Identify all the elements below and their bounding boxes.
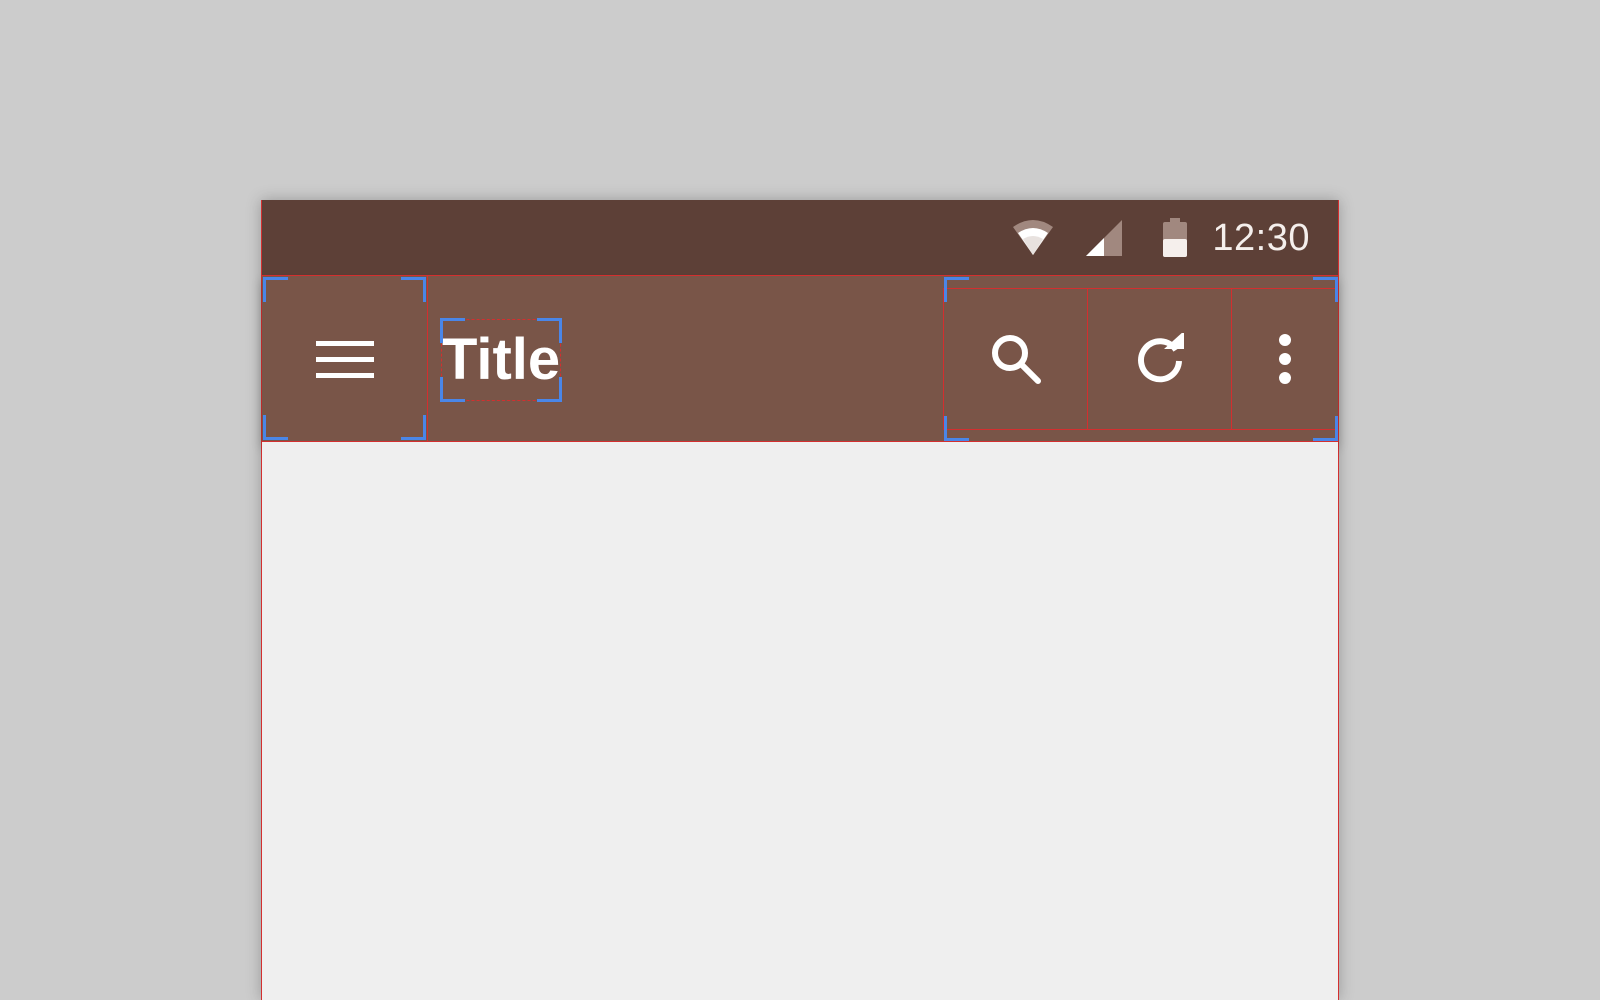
cell-signal-icon — [1086, 220, 1123, 256]
action-buttons — [943, 277, 1338, 441]
status-bar: 12:30 — [262, 200, 1338, 275]
phone-screen: 12:30 Title — [261, 200, 1339, 1000]
battery-icon — [1163, 218, 1188, 257]
refresh-icon — [1137, 333, 1184, 383]
menu-button[interactable] — [262, 276, 428, 441]
refresh-button[interactable] — [1088, 289, 1232, 429]
overflow-menu-button[interactable] — [1232, 289, 1338, 429]
status-time: 12:30 — [1212, 216, 1310, 259]
more-vert-icon — [1279, 334, 1291, 384]
content-area — [262, 442, 1338, 1000]
menu-icon — [315, 340, 374, 378]
app-bar-title: Title — [442, 327, 561, 392]
search-button[interactable] — [944, 289, 1088, 429]
wifi-icon — [1013, 220, 1054, 255]
search-icon — [991, 335, 1041, 384]
app-bar: Title — [262, 275, 1338, 442]
title-container: Title — [440, 318, 563, 402]
canvas: 12:30 Title — [0, 0, 1600, 1000]
status-icons: 12:30 — [1012, 214, 1310, 262]
